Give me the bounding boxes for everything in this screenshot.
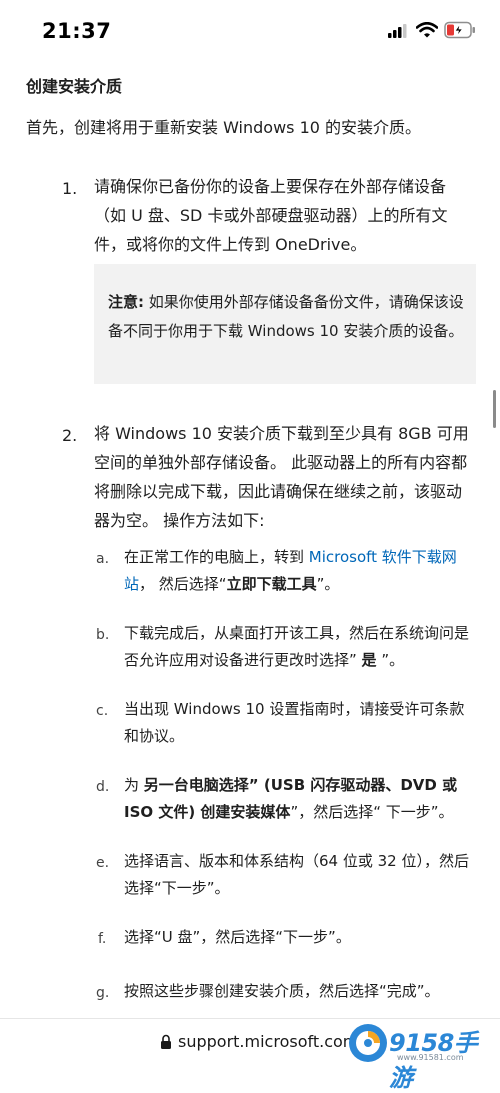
substep-letter-d: d.: [96, 779, 110, 795]
substep-e-text: 选择语言、版本和体系结构（64 位或 32 位），然后选择“下一步”。: [124, 852, 469, 897]
step-number-2: 2.: [62, 426, 78, 445]
url-text[interactable]: support.microsoft.com: [178, 1032, 358, 1051]
substep-a-bold: 立即下载工具: [226, 575, 317, 593]
cellular-signal-icon: [388, 24, 407, 38]
substep-d: 为 另一台电脑选择” (USB 闪存驱动器、DVD 或 ISO 文件) 创建安装…: [124, 772, 476, 826]
step-text-2: 将 Windows 10 安装介质下载到至少具有 8GB 可用空间的单独外部存储…: [94, 424, 469, 530]
note-text: 注意: 如果你使用外部存储设备备份文件，请确保该设备不同于你用于下载 Windo…: [108, 288, 464, 346]
substep-f-text: 选择“U 盘”，然后选择“下一步”。: [124, 928, 351, 946]
substep-g-text: 按照这些步骤创建安装介质，然后选择“完成”。: [124, 982, 440, 1000]
clock: 21:37: [42, 19, 112, 43]
substep-letter-g: g.: [96, 985, 110, 1001]
watermark-site: www.91581.com: [397, 1053, 464, 1062]
substep-letter-c: c.: [96, 703, 109, 719]
substep-f: 选择“U 盘”，然后选择“下一步”。: [124, 924, 476, 951]
substep-letter-e: e.: [96, 855, 110, 871]
substep-a-mid: ， 然后选择“: [139, 575, 227, 593]
substep-c-text: 当出现 Windows 10 设置指南时，请接受许可条款和协议。: [124, 700, 465, 745]
substep-g: 按照这些步骤创建安装介质，然后选择“完成”。: [124, 978, 476, 1005]
status-bar: 21:37: [0, 0, 500, 60]
watermark-logo: 9158手游 www.91581.com: [345, 1020, 497, 1092]
battery-charging-icon: [444, 21, 475, 39]
section-title: 创建安装介质: [26, 77, 123, 96]
substep-a-post: ”。: [316, 575, 340, 593]
substep-a-text: 在正常工作的电脑上，转到: [124, 548, 309, 566]
substep-e: 选择语言、版本和体系结构（64 位或 32 位），然后选择“下一步”。: [124, 848, 476, 902]
lock-icon: [161, 1034, 171, 1049]
scrollbar[interactable]: [493, 390, 496, 428]
substep-d-post: ”，然后选择“ 下一步”。: [290, 803, 454, 821]
substep-letter-f: f.: [98, 931, 107, 947]
substep-letter-a: a.: [96, 551, 110, 567]
substep-d-text: 为: [124, 776, 144, 794]
substep-a: 在正常工作的电脑上，转到 Microsoft 软件下载网站， 然后选择“立即下载…: [124, 544, 476, 598]
substep-b-text: 下载完成后，从桌面打开该工具，然后在系统询问是否允许应用对设备进行更改时选择”: [124, 624, 470, 669]
note-callout: 注意: 如果你使用外部存储设备备份文件，请确保该设备不同于你用于下载 Windo…: [94, 264, 476, 384]
step-text-1: 请确保你已备份你的设备上要保存在外部存储设备（如 U 盘、SD 卡或外部硬盘驱动…: [94, 177, 448, 254]
wifi-icon: [416, 22, 438, 38]
watermark-emblem-icon: [349, 1024, 387, 1062]
substep-b-post: ”。: [376, 651, 405, 669]
intro-paragraph: 首先，创建将用于重新安装 Windows 10 的安装介质。: [26, 118, 422, 137]
substep-b: 下载完成后，从桌面打开该工具，然后在系统询问是否允许应用对设备进行更改时选择” …: [124, 620, 476, 674]
note-body: 如果你使用外部存储设备备份文件，请确保该设备不同于你用于下载 Windows 1…: [108, 293, 464, 340]
substep-letter-b: b.: [96, 627, 110, 643]
substep-b-bold: 是: [361, 651, 377, 669]
note-label: 注意:: [108, 293, 144, 311]
substep-c: 当出现 Windows 10 设置指南时，请接受许可条款和协议。: [124, 696, 476, 750]
step-number-1: 1.: [62, 179, 78, 198]
